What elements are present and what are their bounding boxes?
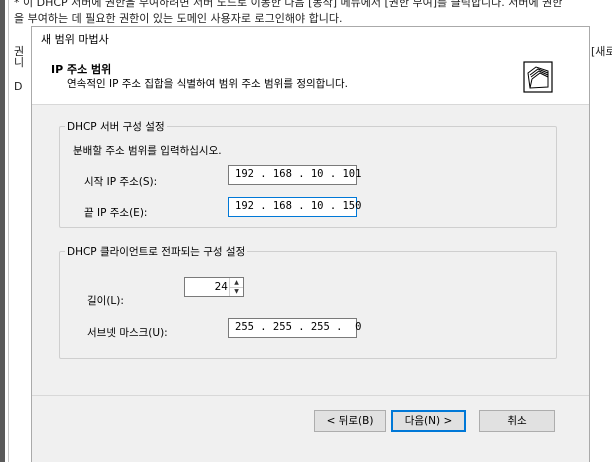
range-instruction: 분배할 주소 범위를 입력하십시오. — [73, 145, 222, 157]
end-ip-input[interactable]: 192 . 168 . 10 . 150 — [228, 197, 361, 217]
background-text-fragment: 니 — [14, 56, 25, 69]
background-text-line1: * 이 DHCP 서버에 권한을 부여하려면 서버 노드로 이동한 다음 [동작… — [14, 0, 563, 9]
background-window-border — [0, 0, 5, 462]
dhcp-client-settings-group: DHCP 클라이언트로 전파되는 구성 설정 — [59, 244, 557, 359]
folders-wizard-icon — [523, 61, 553, 93]
next-button[interactable]: 다음(N) > — [391, 410, 466, 432]
background-text-fragment: D — [14, 80, 23, 93]
length-label: 길이(L): — [87, 295, 124, 307]
back-button[interactable]: < 뒤로(B) — [314, 410, 386, 432]
subnet-mask-label: 서브넷 마스크(U): — [87, 327, 168, 339]
subnet-mask-input[interactable]: 255 . 255 . 255 . 0 — [228, 318, 361, 338]
dialog-title: 새 범위 마법사 — [41, 33, 109, 46]
background-text-line2: 을 부여하는 데 필요한 권한이 있는 도메인 사용자로 로그인해야 합니다. — [14, 12, 343, 25]
end-ip-label: 끝 IP 주소(E): — [84, 207, 148, 219]
footer-divider — [32, 395, 589, 396]
length-value: 24 — [214, 281, 228, 293]
background-text-fragment: [새로 — [591, 45, 612, 58]
group-legend: DHCP 클라이언트로 전파되는 구성 설정 — [65, 244, 248, 259]
group-legend: DHCP 서버 구성 설정 — [65, 119, 167, 134]
page-title: IP 주소 범위 — [51, 63, 112, 76]
dialog-titlebar[interactable]: 새 범위 마법사 — [32, 27, 589, 48]
spin-down-icon[interactable]: ▼ — [230, 287, 243, 296]
cancel-button[interactable]: 취소 — [479, 410, 555, 432]
background-divider — [8, 0, 9, 462]
page-subtitle: 연속적인 IP 주소 집합을 식별하여 범위 주소 범위를 정의합니다. — [67, 78, 348, 90]
start-ip-input[interactable]: 192 . 168 . 10 . 101 — [228, 165, 361, 185]
wizard-header: IP 주소 범위 연속적인 IP 주소 집합을 식별하여 범위 주소 범위를 정… — [32, 48, 589, 105]
new-scope-wizard-dialog: 새 범위 마법사 IP 주소 범위 연속적인 IP 주소 집합을 식별하여 범위… — [31, 26, 590, 462]
length-spinner[interactable]: 24 ▲ ▼ — [184, 277, 244, 297]
start-ip-label: 시작 IP 주소(S): — [84, 176, 158, 188]
spinner-buttons: ▲ ▼ — [229, 278, 243, 296]
